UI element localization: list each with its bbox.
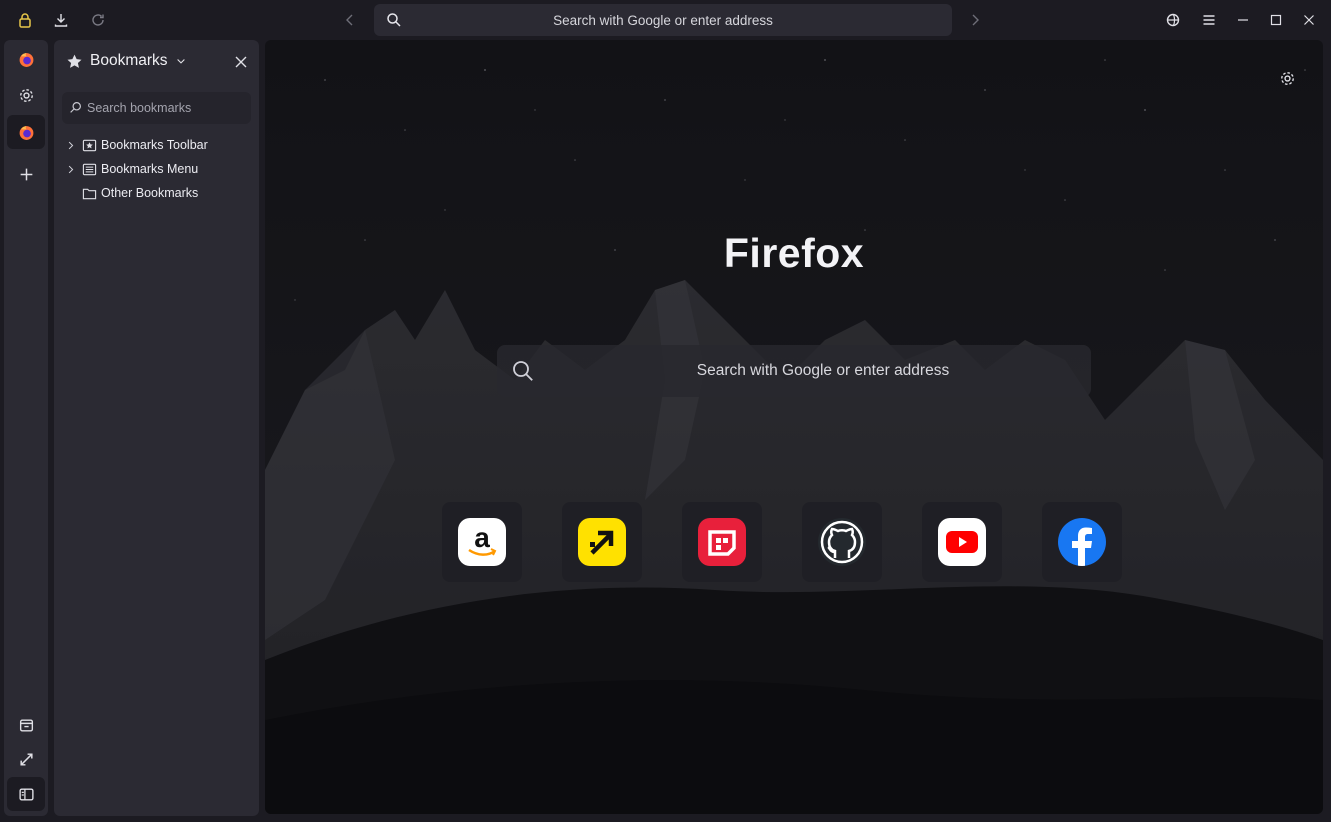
shortcut-github[interactable] <box>802 502 882 582</box>
customize-gear-icon[interactable] <box>1277 68 1297 88</box>
mountain-background-image <box>265 40 1323 814</box>
bookmarks-panel-switcher[interactable]: Bookmarks <box>66 52 187 70</box>
svg-text:a: a <box>474 522 490 553</box>
amazon-icon: a <box>458 518 506 566</box>
search-icon <box>387 13 401 27</box>
url-bar[interactable]: Search with Google or enter address <box>374 4 952 36</box>
folder-icon <box>81 185 97 201</box>
firefox-icon[interactable] <box>7 42 45 76</box>
bookmark-folder-menu[interactable]: Bookmarks Menu <box>62 158 252 180</box>
lock-icon[interactable] <box>11 6 39 34</box>
chevron-down-icon <box>176 59 185 64</box>
bookmarks-menu-icon <box>81 161 97 177</box>
bookmark-folder-toolbar[interactable]: Bookmarks Toolbar <box>62 134 252 156</box>
youtube-icon <box>938 518 986 566</box>
minimize-icon[interactable] <box>1229 6 1257 34</box>
bookmarks-toolbar-icon <box>81 137 97 153</box>
firefox-active-icon[interactable] <box>7 115 45 149</box>
new-tab-page: Firefox Search with Google or enter addr… <box>265 40 1323 814</box>
reload-icon[interactable] <box>84 6 112 34</box>
chevron-right-icon[interactable] <box>62 161 78 177</box>
shortcut-facebook[interactable] <box>1042 502 1122 582</box>
bookmarks-search-placeholder: Search bookmarks <box>87 101 192 115</box>
shortcut-red-site[interactable] <box>682 502 762 582</box>
bookmarks-panel: Bookmarks Search bookmarks Bookmarks Too… <box>54 40 259 816</box>
browser-toolbar: Search with Google or enter address <box>0 0 1331 40</box>
url-placeholder: Search with Google or enter address <box>553 12 773 28</box>
firefox-wordmark: Firefox <box>723 230 865 276</box>
shortcut-youtube[interactable] <box>922 502 1002 582</box>
bookmarks-search-input[interactable]: Search bookmarks <box>62 92 251 124</box>
close-icon[interactable] <box>1295 6 1323 34</box>
maximize-icon[interactable] <box>1262 6 1290 34</box>
bookmark-folder-label: Bookmarks Toolbar <box>101 138 208 152</box>
close-panel-button[interactable] <box>231 52 251 72</box>
add-icon[interactable] <box>7 157 45 191</box>
star-icon <box>67 54 82 68</box>
forward-icon[interactable] <box>961 6 989 34</box>
arrow-site-icon <box>578 518 626 566</box>
bookmark-folder-other[interactable]: Other Bookmarks <box>62 182 252 204</box>
expand-icon[interactable] <box>7 742 45 776</box>
archive-icon[interactable] <box>7 708 45 742</box>
account-icon[interactable] <box>1159 6 1187 34</box>
chevron-right-icon[interactable] <box>62 137 78 153</box>
search-icon <box>70 102 81 113</box>
bookmark-folder-label: Bookmarks Menu <box>101 162 199 176</box>
bookmark-folder-label: Other Bookmarks <box>101 186 199 200</box>
facebook-icon <box>1058 518 1106 566</box>
red-site-icon <box>698 518 746 566</box>
shortcut-amazon[interactable]: a <box>442 502 522 582</box>
back-icon[interactable] <box>336 6 364 34</box>
download-icon[interactable] <box>47 6 75 34</box>
settings-icon[interactable] <box>7 78 45 112</box>
shortcut-arrow-site[interactable] <box>562 502 642 582</box>
sidebar-strip <box>4 40 48 816</box>
menu-icon[interactable] <box>1195 6 1223 34</box>
bookmarks-panel-title: Bookmarks <box>90 52 168 69</box>
newtab-search-placeholder: Search with Google or enter address <box>696 362 950 379</box>
github-icon <box>818 518 866 566</box>
newtab-search-input[interactable]: Search with Google or enter address <box>497 345 1091 397</box>
close-icon <box>235 56 247 68</box>
sidebar-toggle-icon[interactable] <box>7 777 45 811</box>
